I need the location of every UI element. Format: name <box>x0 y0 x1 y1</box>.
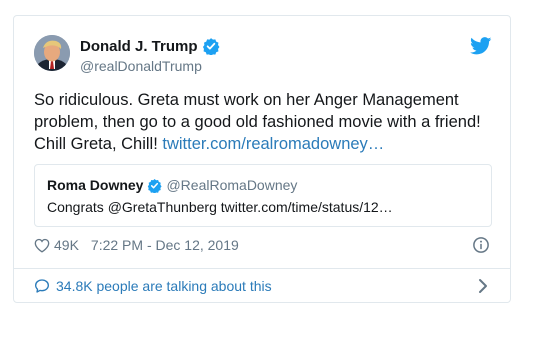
tweet-text-block: So ridiculous. Greta must work on her An… <box>34 89 494 155</box>
heart-icon[interactable] <box>34 238 50 253</box>
verified-badge-icon <box>202 38 219 55</box>
quoted-author-handle: @RealRomaDowney <box>166 177 298 193</box>
conversation-link-text[interactable]: 34.8K people are talking about this <box>56 278 272 294</box>
conversation-link[interactable]: 34.8K people are talking about this <box>34 278 272 294</box>
tweet-card[interactable]: Donald J. Trump @realDonaldTrump So ridi… <box>13 15 511 303</box>
tweet-link[interactable]: twitter.com/realromadowney… <box>162 135 384 153</box>
quoted-author-name: Roma Downey <box>47 177 144 193</box>
author-row[interactable]: Donald J. Trump <box>80 37 220 55</box>
verified-badge-icon <box>148 178 163 193</box>
info-icon[interactable] <box>472 236 490 254</box>
author-handle[interactable]: @realDonaldTrump <box>80 58 202 74</box>
speech-bubble-icon <box>35 279 49 293</box>
twitter-bird-icon[interactable] <box>470 37 492 55</box>
tweet-meta-row: 49K 7:22 PM - Dec 12, 2019 <box>34 237 239 253</box>
avatar[interactable] <box>34 35 70 71</box>
divider <box>14 268 510 269</box>
quoted-author-row: Roma Downey @RealRomaDowney <box>47 177 297 193</box>
quoted-tweet[interactable]: Roma Downey @RealRomaDowney Congrats @Gr… <box>34 164 492 227</box>
tweet-timestamp[interactable]: 7:22 PM - Dec 12, 2019 <box>91 237 239 253</box>
quoted-tweet-text: Congrats @GretaThunberg twitter.com/time… <box>47 199 393 215</box>
author-name[interactable]: Donald J. Trump <box>80 38 198 55</box>
like-count[interactable]: 49K <box>54 237 79 253</box>
chevron-right-icon[interactable] <box>478 278 488 294</box>
avatar-image <box>34 35 70 71</box>
